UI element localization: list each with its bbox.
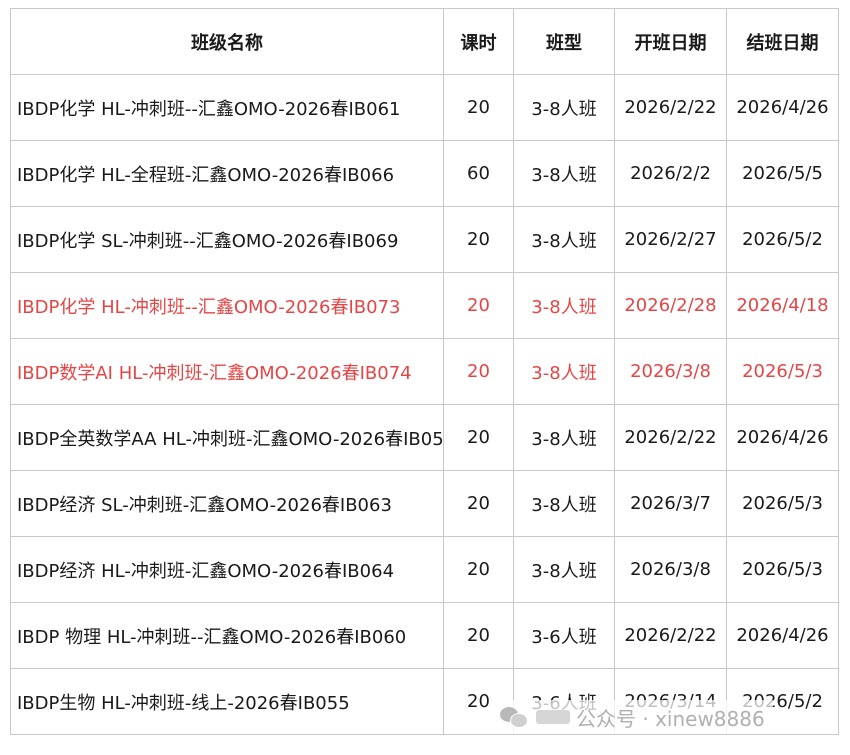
cell-end-date: 2026/4/26 [726,404,839,471]
cell-start-date: 2026/2/28 [614,272,727,339]
cell-end-date: 2026/4/26 [726,74,839,141]
table-row: IBDP化学 HL-全程班-汇鑫OMO-2026春IB066 60 3-8人班 … [10,140,839,207]
cell-hours: 20 [443,404,514,471]
cell-hours: 20 [443,74,514,141]
cell-hours: 20 [443,206,514,273]
cell-class-type: 3-8人班 [513,338,615,405]
cell-class-type: 3-8人班 [513,272,615,339]
cell-end-date: 2026/5/3 [726,338,839,405]
cell-class-type: 3-8人班 [513,404,615,471]
table-row: IBDP经济 SL-冲刺班-汇鑫OMO-2026春IB063 20 3-8人班 … [10,470,839,537]
table-row: IBDP经济 HL-冲刺班-汇鑫OMO-2026春IB064 20 3-8人班 … [10,536,839,603]
cell-class-type: 3-6人班 [513,668,615,735]
cell-hours: 20 [443,470,514,537]
cell-class-name: IBDP经济 HL-冲刺班-汇鑫OMO-2026春IB064 [10,536,444,603]
cell-class-type: 3-8人班 [513,206,615,273]
header-start-date: 开班日期 [614,8,727,75]
cell-class-type: 3-6人班 [513,602,615,669]
header-end-date: 结班日期 [726,8,839,75]
cell-start-date: 2026/2/22 [614,602,727,669]
cell-class-type: 3-8人班 [513,74,615,141]
header-class-name: 班级名称 [10,8,444,75]
cell-start-date: 2026/3/8 [614,338,727,405]
cell-class-type: 3-8人班 [513,140,615,207]
cell-class-name: IBDP生物 HL-冲刺班-线上-2026春IB055 [10,668,444,735]
cell-hours: 20 [443,536,514,603]
table-row: IBDP化学 SL-冲刺班--汇鑫OMO-2026春IB069 20 3-8人班… [10,206,839,273]
header-hours: 课时 [443,8,514,75]
table-body: IBDP化学 HL-冲刺班--汇鑫OMO-2026春IB061 20 3-8人班… [10,74,839,735]
cell-hours: 20 [443,668,514,735]
cell-start-date: 2026/2/2 [614,140,727,207]
cell-end-date: 2026/4/26 [726,602,839,669]
cell-class-name: IBDP全英数学AA HL-冲刺班-汇鑫OMO-2026春IB05 [10,404,444,471]
cell-hours: 20 [443,602,514,669]
table-row: IBDP全英数学AA HL-冲刺班-汇鑫OMO-2026春IB05 20 3-8… [10,404,839,471]
cell-start-date: 2026/3/8 [614,536,727,603]
cell-end-date: 2026/5/3 [726,536,839,603]
cell-end-date: 2026/5/2 [726,206,839,273]
cell-class-type: 3-8人班 [513,470,615,537]
cell-class-name: IBDP经济 SL-冲刺班-汇鑫OMO-2026春IB063 [10,470,444,537]
cell-start-date: 2026/3/14 [614,668,727,735]
cell-class-name: IBDP 物理 HL-冲刺班--汇鑫OMO-2026春IB060 [10,602,444,669]
cell-hours: 20 [443,338,514,405]
cell-end-date: 2026/5/3 [726,470,839,537]
cell-hours: 20 [443,272,514,339]
table-row: IBDP 物理 HL-冲刺班--汇鑫OMO-2026春IB060 20 3-6人… [10,602,839,669]
cell-start-date: 2026/2/22 [614,74,727,141]
cell-class-name: IBDP化学 SL-冲刺班--汇鑫OMO-2026春IB069 [10,206,444,273]
table-row: IBDP生物 HL-冲刺班-线上-2026春IB055 20 3-6人班 202… [10,668,839,735]
cell-start-date: 2026/3/7 [614,470,727,537]
cell-class-type: 3-8人班 [513,536,615,603]
table-row: IBDP化学 HL-冲刺班--汇鑫OMO-2026春IB061 20 3-8人班… [10,74,839,141]
cell-class-name: IBDP化学 HL-全程班-汇鑫OMO-2026春IB066 [10,140,444,207]
cell-class-name: IBDP化学 HL-冲刺班--汇鑫OMO-2026春IB061 [10,74,444,141]
cell-end-date: 2026/5/2 [726,668,839,735]
cell-class-name: IBDP数学AI HL-冲刺班-汇鑫OMO-2026春IB074 [10,338,444,405]
cell-end-date: 2026/5/5 [726,140,839,207]
table-row: IBDP化学 HL-冲刺班--汇鑫OMO-2026春IB073 20 3-8人班… [10,272,839,339]
cell-start-date: 2026/2/22 [614,404,727,471]
cell-end-date: 2026/4/18 [726,272,839,339]
header-class-type: 班型 [513,8,615,75]
cell-start-date: 2026/2/27 [614,206,727,273]
cell-hours: 60 [443,140,514,207]
cell-class-name: IBDP化学 HL-冲刺班--汇鑫OMO-2026春IB073 [10,272,444,339]
table-row: IBDP数学AI HL-冲刺班-汇鑫OMO-2026春IB074 20 3-8人… [10,338,839,405]
course-schedule-table: 班级名称 课时 班型 开班日期 结班日期 IBDP化学 HL-冲刺班--汇鑫OM… [10,8,839,735]
table-header: 班级名称 课时 班型 开班日期 结班日期 [10,8,839,75]
header-row: 班级名称 课时 班型 开班日期 结班日期 [10,8,839,75]
